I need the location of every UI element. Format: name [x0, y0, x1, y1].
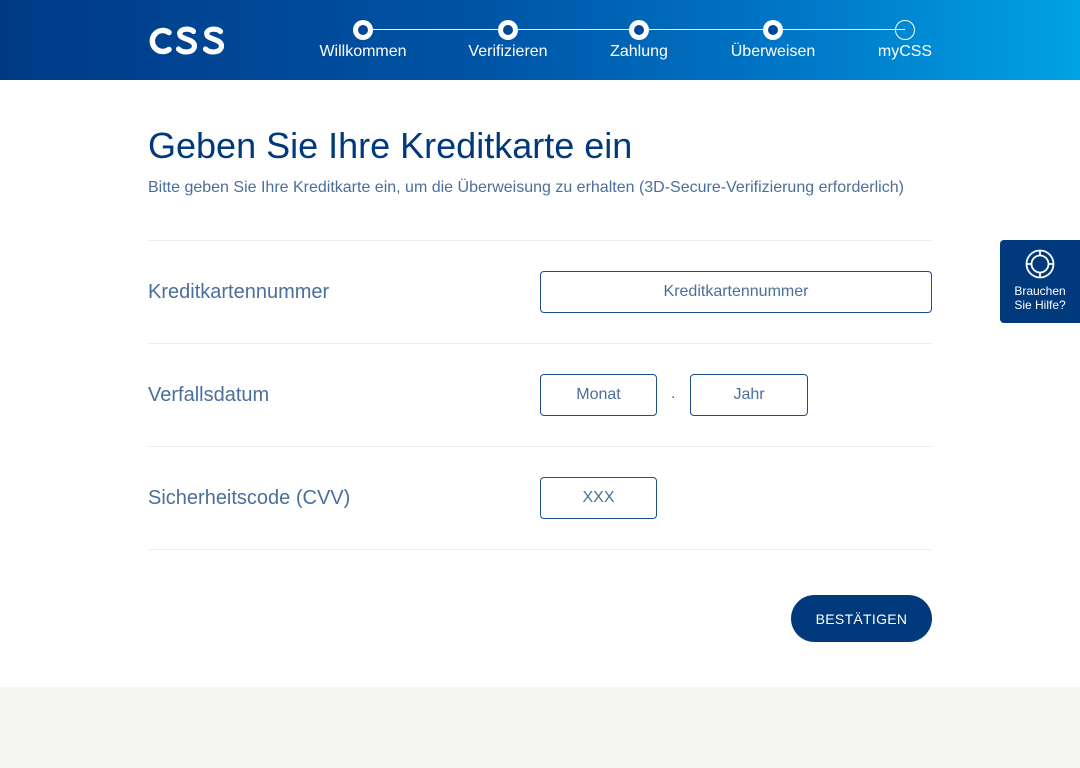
confirm-button[interactable]: BESTÄTIGEN	[791, 595, 932, 642]
step-label: myCSS	[877, 43, 933, 60]
step-label: Überweisen	[730, 43, 816, 60]
card-number-input[interactable]	[540, 271, 932, 313]
step-label: Zahlung	[610, 43, 668, 60]
expiry-label: Verfallsdatum	[148, 384, 270, 406]
lifebuoy-icon	[1025, 249, 1055, 279]
page-title: Geben Sie Ihre Kreditkarte ein	[148, 125, 633, 166]
progress-step-willkommen: Willkommen	[298, 0, 428, 80]
step-label: Willkommen	[319, 43, 407, 60]
progress-step-ueberweisen: Überweisen	[708, 0, 838, 80]
progress-step-verifizieren: Verifizieren	[443, 0, 573, 80]
step-completed-icon	[498, 20, 518, 40]
css-logo[interactable]	[147, 23, 225, 59]
top-header: Willkommen Verifizieren Zahlung Überweis…	[0, 0, 1080, 80]
divider	[148, 240, 932, 241]
page-footer	[0, 687, 1080, 768]
divider	[148, 343, 932, 344]
progress-step-zahlung: Zahlung	[574, 0, 704, 80]
help-label-line1: Brauchen	[1014, 284, 1066, 298]
cvv-input[interactable]	[540, 477, 657, 519]
help-button[interactable]: Brauchen Sie Hilfe?	[1000, 240, 1080, 323]
expiry-separator: .	[671, 385, 676, 402]
divider	[148, 446, 932, 447]
progress-step-mycss: myCSS	[840, 0, 970, 80]
expiry-month-input[interactable]	[540, 374, 657, 416]
help-label-line2: Sie Hilfe?	[1014, 298, 1066, 312]
expiry-year-input[interactable]	[690, 374, 808, 416]
step-pending-icon	[895, 20, 915, 40]
page-subtitle: Bitte geben Sie Ihre Kreditkarte ein, um…	[148, 179, 904, 196]
cvv-label: Sicherheitscode (CVV)	[148, 487, 351, 509]
card-number-label: Kreditkartennummer	[148, 281, 330, 303]
help-label: Brauchen Sie Hilfe?	[1000, 284, 1080, 312]
step-label: Verifizieren	[468, 43, 548, 60]
divider	[148, 549, 932, 550]
step-current-icon	[763, 20, 783, 40]
step-completed-icon	[353, 20, 373, 40]
step-completed-icon	[629, 20, 649, 40]
